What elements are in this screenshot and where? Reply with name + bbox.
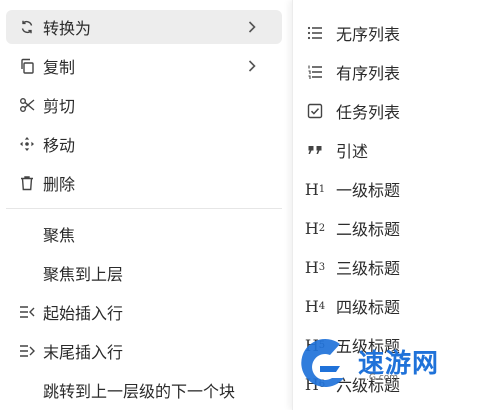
menu-item-label: 移动 xyxy=(43,136,76,155)
chevron-right-icon xyxy=(248,21,256,33)
menu-item-focus[interactable]: 聚焦 xyxy=(6,217,282,251)
submenu-item-heading-3[interactable]: H3 三级标题 xyxy=(304,252,474,282)
submenu-item-numbered-list[interactable]: 有序列表 xyxy=(304,57,474,87)
chevron-right-icon xyxy=(248,60,256,72)
numbered-list-icon xyxy=(304,61,326,83)
trash-icon xyxy=(16,172,38,194)
menu-item-label: 转换为 xyxy=(43,19,92,38)
heading-icon-level: 2 xyxy=(318,222,326,234)
insert-line-before-icon xyxy=(16,301,38,323)
submenu-item-label: 引述 xyxy=(336,142,369,161)
watermark-logo-icon xyxy=(301,338,348,387)
menu-item-move[interactable]: 移动 xyxy=(6,127,282,161)
menu-item-insert-before[interactable]: 起始插入行 xyxy=(6,295,282,329)
submenu-item-label: 二级标题 xyxy=(336,220,401,239)
heading-icon-letter: H xyxy=(304,296,319,316)
submenu-item-label: 有序列表 xyxy=(336,64,401,83)
submenu-item-task-list[interactable]: 任务列表 xyxy=(304,96,474,126)
menu-item-copy[interactable]: 复制 xyxy=(6,49,282,83)
bullet-list-icon xyxy=(304,22,326,44)
submenu-item-heading-2[interactable]: H2 二级标题 xyxy=(304,213,474,243)
menu-item-insert-after[interactable]: 末尾插入行 xyxy=(6,334,282,368)
menu-item-label: 聚焦 xyxy=(43,226,76,245)
copy-icon xyxy=(16,55,38,77)
submenu-item-label: 任务列表 xyxy=(336,103,401,122)
heading-1-icon: H1 xyxy=(304,178,326,200)
heading-icon-letter: H xyxy=(304,218,319,238)
watermark-url: …G.com xyxy=(360,373,399,383)
heading-icon-level: 4 xyxy=(318,300,326,312)
menu-item-jump-next-block[interactable]: 跳转到上一层级的下一个块 xyxy=(6,373,282,407)
move-icon xyxy=(16,133,38,155)
menu-item-delete[interactable]: 删除 xyxy=(6,166,282,200)
submenu-item-label: 无序列表 xyxy=(336,25,401,44)
menu-item-label: 复制 xyxy=(43,58,76,77)
menu-item-label: 剪切 xyxy=(43,97,76,116)
heading-icon-level: 1 xyxy=(318,183,326,195)
menu-item-cut[interactable]: 剪切 xyxy=(6,88,282,122)
menu-item-label: 跳转到上一层级的下一个块 xyxy=(43,382,236,401)
heading-icon-level: 3 xyxy=(318,261,326,273)
menu-item-convert[interactable]: 转换为 xyxy=(6,10,282,44)
submenu-item-label: 三级标题 xyxy=(336,259,401,278)
context-menu: 转换为 复制 剪切 移动 删除 聚焦 聚焦到上层 起始插入行 末尾插入行 跳转到… xyxy=(0,0,288,410)
heading-icon-letter: H xyxy=(304,257,319,277)
menu-item-label: 末尾插入行 xyxy=(43,343,124,362)
submenu-item-label: 一级标题 xyxy=(336,181,401,200)
heading-2-icon: H2 xyxy=(304,217,326,239)
menu-item-label: 聚焦到上层 xyxy=(43,265,124,284)
heading-4-icon: H4 xyxy=(304,295,326,317)
submenu-item-label: 四级标题 xyxy=(336,298,401,317)
heading-icon-letter: H xyxy=(304,179,319,199)
task-list-icon xyxy=(304,100,326,122)
menu-divider xyxy=(6,208,282,209)
insert-line-after-icon xyxy=(16,340,38,362)
heading-3-icon: H3 xyxy=(304,256,326,278)
submenu-item-heading-1[interactable]: H1 一级标题 xyxy=(304,174,474,204)
menu-item-focus-parent[interactable]: 聚焦到上层 xyxy=(6,256,282,290)
menu-item-label: 起始插入行 xyxy=(43,304,124,323)
scissors-icon xyxy=(16,94,38,116)
convert-icon xyxy=(16,16,38,38)
submenu-item-heading-4[interactable]: H4 四级标题 xyxy=(304,291,474,321)
quote-icon xyxy=(304,139,326,161)
submenu-item-quote[interactable]: 引述 xyxy=(304,135,474,165)
menu-item-label: 删除 xyxy=(43,175,76,194)
submenu-item-bullet-list[interactable]: 无序列表 xyxy=(304,18,474,48)
